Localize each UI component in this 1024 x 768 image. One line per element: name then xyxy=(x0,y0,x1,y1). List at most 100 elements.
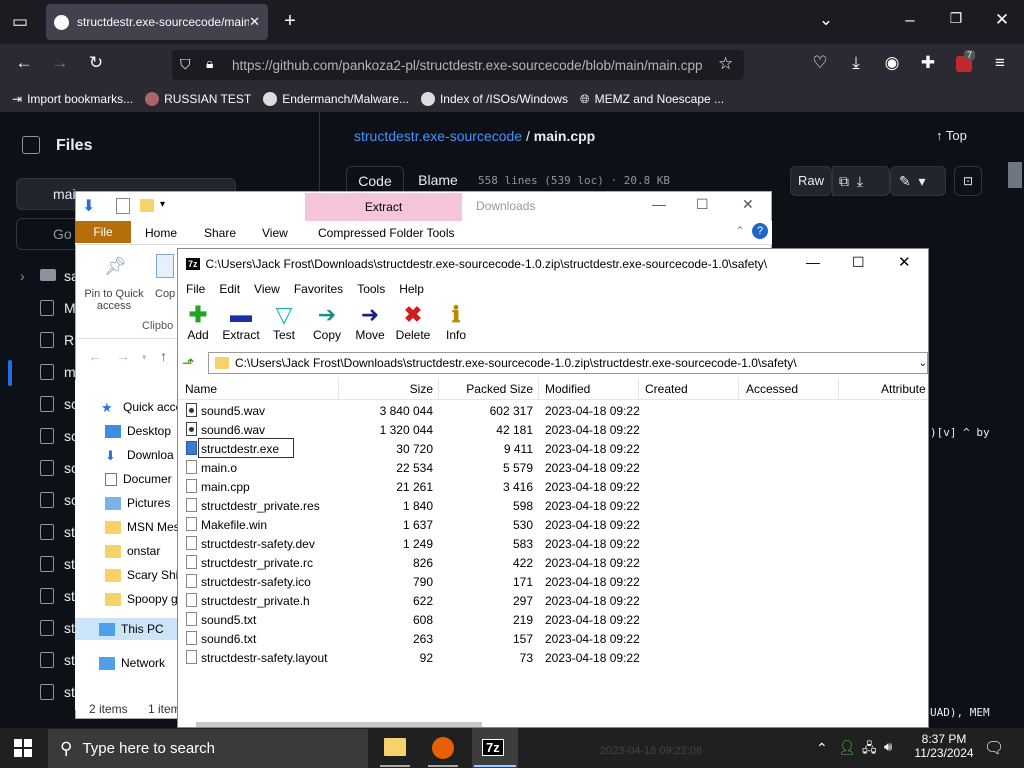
tab-view[interactable]: View xyxy=(262,226,288,240)
nav-documents[interactable]: Documer xyxy=(105,472,172,486)
sidebar-item[interactable]: m xyxy=(64,364,76,380)
windows-start-icon[interactable] xyxy=(14,739,32,757)
col-accessed[interactable]: Accessed xyxy=(746,382,798,396)
repo-link[interactable]: structdestr.exe-sourcecode xyxy=(354,128,522,144)
account-icon[interactable]: ◉ xyxy=(880,53,904,73)
nav-folder[interactable]: MSN Mes xyxy=(105,520,180,534)
col-attributes[interactable]: Attribute xyxy=(881,382,926,396)
menu-edit[interactable]: Edit xyxy=(219,282,240,296)
col-packed-size[interactable]: Packed Size xyxy=(466,382,533,396)
table-row[interactable]: sound5.txt 608 219 2023-04-18 09:22 xyxy=(178,610,928,629)
table-row[interactable]: main.cpp 21 261 3 416 2023-04-18 09:22 xyxy=(178,477,928,496)
pocket-icon[interactable]: ♡ xyxy=(808,53,832,73)
star-icon[interactable]: ☆ xyxy=(718,54,733,74)
extract-tab-header[interactable]: Extract xyxy=(305,193,462,221)
menu-help[interactable]: Help xyxy=(399,282,424,296)
menu-file[interactable]: File xyxy=(186,282,205,296)
clock[interactable]: 8:37 PM 11/23/2024 xyxy=(914,732,974,760)
close-tab-icon[interactable]: ✕ xyxy=(249,14,260,30)
nav-desktop[interactable]: Desktop xyxy=(105,424,171,438)
table-row[interactable]: structdestr-safety.layout 92 73 2023-04-18 … xyxy=(178,648,928,667)
maximize-icon[interactable]: ❐ xyxy=(944,10,968,27)
address-bar[interactable]: C:\Users\Jack Frost\Downloads\structdest… xyxy=(208,352,928,374)
nav-downloads[interactable]: ⬇ Downloa xyxy=(105,448,174,462)
forward-icon[interactable]: → xyxy=(116,348,130,364)
sidebar-item[interactable]: M xyxy=(64,300,76,316)
sidebar-item[interactable]: st xyxy=(64,524,75,540)
nav-quick-access[interactable]: ★ Quick acce xyxy=(101,400,182,414)
maximize-icon[interactable]: ☐ xyxy=(696,196,709,213)
table-row[interactable]: structdestr_private.res 1 840 598 2023-04-1… xyxy=(178,496,928,515)
chevron-right-icon[interactable]: › xyxy=(20,268,25,284)
minimize-icon[interactable]: — xyxy=(806,254,820,270)
menu-view[interactable]: View xyxy=(254,282,280,296)
nav-this-pc[interactable]: This PC xyxy=(75,618,177,640)
ribbon-collapse-icon[interactable]: ⌃ xyxy=(735,224,745,238)
new-folder-icon[interactable] xyxy=(140,199,154,212)
new-tab-icon[interactable]: + xyxy=(278,10,302,33)
network-icon[interactable]: 🖧︎ xyxy=(862,739,877,761)
forward-icon[interactable]: → xyxy=(48,53,72,73)
browser-tab[interactable]: structdestr.exe-sourcecode/main.cpp ✕ xyxy=(46,4,268,40)
url-bar[interactable]: ⛉ 🔒︎ https://github.com/pankoza2-pl/stru… xyxy=(172,50,744,80)
col-created[interactable]: Created xyxy=(645,382,688,396)
chevron-down-icon[interactable]: ⌄ xyxy=(814,10,838,30)
tab-home[interactable]: Home xyxy=(145,226,177,240)
pin-to-quick-access-button[interactable]: Pin to Quick access xyxy=(80,288,148,312)
lock-icon[interactable]: 🔒︎ xyxy=(206,55,213,72)
properties-icon[interactable] xyxy=(116,198,130,214)
down-arrow-icon[interactable]: ⬇ xyxy=(82,196,95,216)
tab-compressed-folder-tools[interactable]: Compressed Folder Tools xyxy=(318,226,455,240)
table-row[interactable]: sound5.wav 3 840 044 602 317 2023-04-18 09:… xyxy=(178,401,928,420)
person-icon[interactable]: 👤︎ xyxy=(838,739,856,756)
sidebar-item[interactable]: st xyxy=(64,556,75,572)
maximize-icon[interactable]: ☐ xyxy=(852,254,865,271)
tab-file[interactable]: File xyxy=(75,221,131,243)
column-divider[interactable] xyxy=(738,378,739,400)
raw-button[interactable]: Raw xyxy=(790,166,832,196)
table-row[interactable]: Makefile.win 1 637 530 2023-04-18 09:22 xyxy=(178,515,928,534)
bookmark-endermanch[interactable]: Endermanch/Malware... xyxy=(263,92,409,106)
nav-folder[interactable]: Scary Shi xyxy=(105,568,178,582)
symbols-icon[interactable]: ⊡ xyxy=(954,166,982,196)
edit-button[interactable]: ✎ ▾ xyxy=(890,166,946,196)
col-size[interactable]: Size xyxy=(410,382,433,396)
file-explorer-taskbar-icon[interactable] xyxy=(384,738,406,756)
top-link[interactable]: ↑ Top xyxy=(936,128,967,143)
close-icon[interactable]: ✕ xyxy=(742,196,754,213)
bookmark-isos[interactable]: Index of /ISOs/Windows xyxy=(420,92,568,106)
back-icon[interactable]: ← xyxy=(88,348,102,364)
extensions-icon[interactable]: ✚ xyxy=(916,53,940,73)
horizontal-scrollbar[interactable] xyxy=(196,722,482,727)
bookmark-import[interactable]: ⇥ Import bookmarks... xyxy=(12,92,133,106)
volume-icon[interactable]: 🔊︎ xyxy=(884,739,892,755)
sidebar-item[interactable]: st xyxy=(64,588,75,604)
nav-folder[interactable]: onstar xyxy=(105,544,160,558)
column-divider[interactable] xyxy=(338,378,339,400)
column-divider[interactable] xyxy=(538,378,539,400)
table-row[interactable]: structdestr-safety.dev 1 249 583 2023-04-18… xyxy=(178,534,928,553)
menu-icon[interactable]: ≡ xyxy=(988,53,1012,73)
collapse-sidebar-icon[interactable] xyxy=(22,136,40,154)
download-icon[interactable]: ⤓ xyxy=(857,173,863,189)
notification-icon[interactable]: 🗨︎ xyxy=(984,738,1004,758)
table-row[interactable]: structdestr.exe 30 720 9 411 2023-04-18 09:… xyxy=(178,439,928,458)
minimize-icon[interactable]: – xyxy=(898,10,922,30)
shield-icon[interactable]: ⛉ xyxy=(180,56,191,73)
taskbar-search-box[interactable]: ⚲ Type here to search xyxy=(48,729,368,768)
column-divider[interactable] xyxy=(638,378,639,400)
chevron-down-icon[interactable]: ▾ xyxy=(142,352,147,363)
table-row[interactable]: structdestr_private.h 622 297 2023-04-18 09… xyxy=(178,591,928,610)
page-scrollbar[interactable] xyxy=(1008,162,1022,188)
minimize-icon[interactable]: — xyxy=(652,196,666,212)
tab-list-icon[interactable]: ▭ xyxy=(8,12,32,32)
col-name[interactable]: Name xyxy=(185,382,217,396)
menu-tools[interactable]: Tools xyxy=(357,282,385,296)
copy-icon[interactable]: ⧉ xyxy=(839,173,849,189)
bookmark-memz[interactable]: 🌐︎ MEMZ and Noescape ... xyxy=(580,92,724,107)
sidebar-item[interactable]: st xyxy=(64,652,75,668)
nav-network[interactable]: Network xyxy=(99,656,165,670)
sidebar-item[interactable]: st xyxy=(64,684,75,700)
qat-dropdown-icon[interactable]: ▾ xyxy=(160,199,165,210)
nav-folder[interactable]: Spoopy g xyxy=(105,592,178,606)
